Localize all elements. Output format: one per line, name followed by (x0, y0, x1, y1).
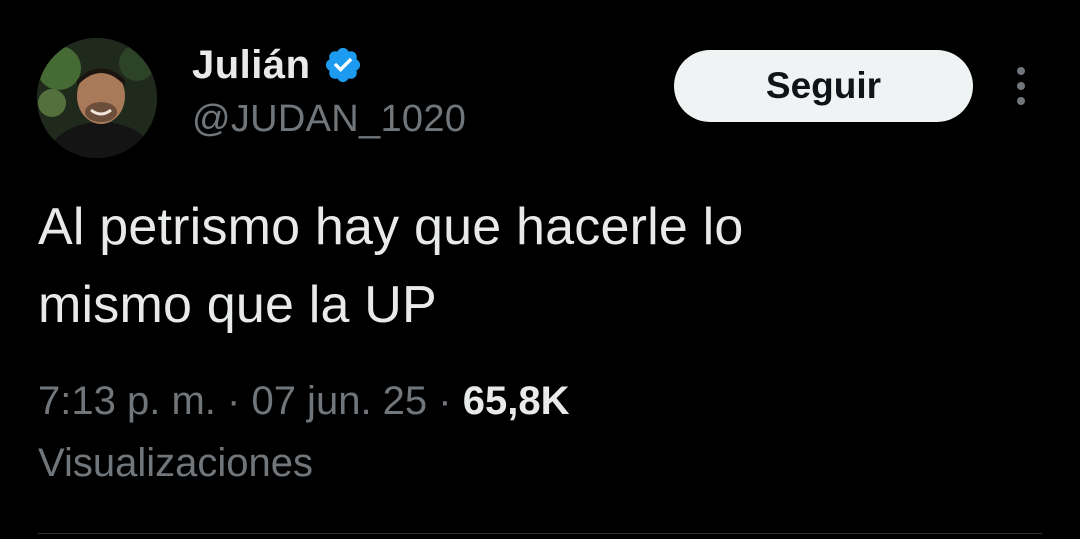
views-label[interactable]: Visualizaciones (38, 432, 1038, 494)
tweet-text-line: Al petrismo hay que hacerle lo (38, 198, 744, 256)
more-vertical-icon[interactable] (1004, 62, 1038, 110)
tweet-card: Julián @JUDAN_1020 Seguir Al petrismo ha… (0, 0, 1080, 539)
meta-line-1: 7:13 p. m. · 07 jun. 25 · 65,8K (38, 370, 1038, 432)
tweet-date[interactable]: 07 jun. 25 (251, 379, 427, 423)
more-dot (1017, 97, 1025, 105)
profile-photo-icon (37, 38, 157, 158)
user-handle[interactable]: @JUDAN_1020 (192, 98, 466, 141)
verified-badge-icon (325, 47, 360, 83)
tweet-text: Al petrismo hay que hacerle lo mismo que… (38, 188, 1038, 344)
more-dot (1017, 67, 1025, 75)
tweet-meta: 7:13 p. m. · 07 jun. 25 · 65,8K Visualiz… (38, 370, 1038, 494)
tweet-time[interactable]: 7:13 p. m. (38, 379, 216, 423)
views-count[interactable]: 65,8K (463, 379, 570, 423)
follow-button[interactable]: Seguir (674, 50, 973, 122)
name-row: Julián (192, 40, 363, 90)
display-name[interactable]: Julián (192, 43, 311, 88)
divider (38, 533, 1042, 534)
tweet-text-line: mismo que la UP (38, 276, 437, 334)
more-dot (1017, 82, 1025, 90)
avatar[interactable] (37, 38, 157, 158)
meta-separator: · (227, 379, 241, 423)
meta-separator: · (438, 379, 452, 423)
